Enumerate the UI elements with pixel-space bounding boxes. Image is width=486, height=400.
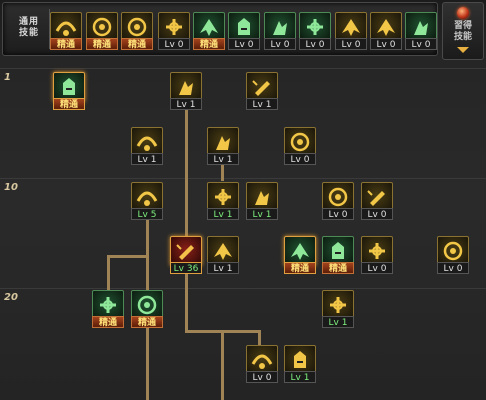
skill-slot[interactable]: Lv 1 <box>207 127 239 167</box>
skill-slot[interactable]: Lv 1 <box>246 72 278 112</box>
skill-slot[interactable]: Lv 0 <box>246 345 278 385</box>
skill-level-badge: Lv 0 <box>361 262 393 274</box>
skill-slot[interactable]: Lv 0 <box>322 182 354 222</box>
skill-level-badge: Lv 1 <box>284 371 316 383</box>
common-skill-slot[interactable]: Lv 0 <box>335 12 367 52</box>
chevron-down-icon[interactable] <box>457 47 469 53</box>
skill-level-badge: Lv 0 <box>322 208 354 220</box>
skill-slot[interactable]: Lv 1 <box>207 182 239 222</box>
skill-slot[interactable]: 精通 <box>322 236 354 276</box>
common-skill-slot[interactable]: Lv 0 <box>405 12 437 52</box>
learn-skill-label: 習得 技能 <box>453 21 472 42</box>
skill-level-badge: Lv 0 <box>299 38 331 50</box>
common-skill-slot[interactable]: 精通 <box>86 12 118 52</box>
common-skill-slot[interactable]: 精通 <box>121 12 153 52</box>
skill-level-badge: 精通 <box>322 262 354 274</box>
tree-connector <box>185 108 188 333</box>
skill-slot[interactable]: 精通 <box>53 72 85 112</box>
skill-level-badge: Lv 0 <box>246 371 278 383</box>
skill-level-badge: 精通 <box>53 98 85 110</box>
skill-slot[interactable]: Lv 1 <box>207 236 239 276</box>
skill-level-badge: 精通 <box>193 38 225 50</box>
skill-level-badge: Lv 36 <box>170 262 202 274</box>
skill-slot[interactable]: Lv 1 <box>170 72 202 112</box>
tier-level-label: 10 <box>4 182 18 193</box>
tier-divider <box>0 288 486 289</box>
skill-slot[interactable]: 精通 <box>131 290 163 330</box>
skill-level-badge: Lv 1 <box>207 262 239 274</box>
skill-level-badge: Lv 0 <box>437 262 469 274</box>
skill-slot[interactable]: 精通 <box>284 236 316 276</box>
skill-level-badge: Lv 0 <box>361 208 393 220</box>
skill-level-badge: Lv 1 <box>131 153 163 165</box>
tree-connector <box>221 330 224 400</box>
skill-slot[interactable]: Lv 5 <box>131 182 163 222</box>
tree-connector <box>107 255 149 258</box>
skill-level-badge: Lv 0 <box>264 38 296 50</box>
common-skill-slot[interactable]: Lv 0 <box>299 12 331 52</box>
skill-level-badge: Lv 1 <box>246 208 278 220</box>
common-skill-slot[interactable]: Lv 0 <box>370 12 402 52</box>
skill-slot[interactable]: Lv 1 <box>246 182 278 222</box>
skill-level-badge: 精通 <box>86 38 118 50</box>
tree-connector <box>107 255 110 290</box>
common-skill-slot[interactable]: 精通 <box>193 12 225 52</box>
skill-level-badge: Lv 1 <box>322 316 354 328</box>
common-skill-slot[interactable]: 精通 <box>50 12 82 52</box>
skill-tree-window: 通用 技能 習得 技能 1 10 20 精通 精通 精通 Lv 0 精通 Lv 0 Lv 0 Lv… <box>0 0 486 400</box>
tier-divider <box>0 178 486 179</box>
common-skill-slot[interactable]: Lv 0 <box>264 12 296 52</box>
common-skills-label: 通用 技能 <box>18 17 39 38</box>
skill-level-badge: 精通 <box>131 316 163 328</box>
skill-slot[interactable]: Lv 0 <box>437 236 469 276</box>
skill-slot[interactable]: Lv 1 <box>131 127 163 167</box>
skill-level-badge: Lv 1 <box>207 153 239 165</box>
common-skill-slot[interactable]: Lv 0 <box>158 12 190 52</box>
skill-slot[interactable]: Lv 36 <box>170 236 202 276</box>
skill-level-badge: 精通 <box>121 38 153 50</box>
skill-level-badge: Lv 0 <box>158 38 190 50</box>
skill-level-badge: Lv 5 <box>131 208 163 220</box>
skill-slot[interactable]: 精通 <box>92 290 124 330</box>
orb-icon <box>457 7 469 19</box>
skill-slot[interactable]: Lv 0 <box>284 127 316 167</box>
skill-level-badge: Lv 0 <box>228 38 260 50</box>
tier-level-label: 20 <box>4 292 18 303</box>
skill-level-badge: 精通 <box>92 316 124 328</box>
skill-level-badge: 精通 <box>284 262 316 274</box>
skill-level-badge: 精通 <box>50 38 82 50</box>
common-skill-slot[interactable]: Lv 0 <box>228 12 260 52</box>
tier-level-label: 1 <box>4 72 11 83</box>
skill-level-badge: Lv 0 <box>284 153 316 165</box>
skill-level-badge: Lv 1 <box>246 98 278 110</box>
skill-level-badge: Lv 1 <box>170 98 202 110</box>
skill-level-badge: Lv 0 <box>405 38 437 50</box>
skill-level-badge: Lv 0 <box>335 38 367 50</box>
skill-level-badge: Lv 0 <box>370 38 402 50</box>
tree-connector <box>258 330 261 345</box>
tier-divider <box>0 68 486 69</box>
skill-slot[interactable]: Lv 1 <box>284 345 316 385</box>
skill-slot[interactable]: Lv 0 <box>361 236 393 276</box>
learn-skill-button[interactable]: 習得 技能 <box>442 2 484 60</box>
skill-slot[interactable]: Lv 1 <box>322 290 354 330</box>
skill-slot[interactable]: Lv 0 <box>361 182 393 222</box>
skill-level-badge: Lv 1 <box>207 208 239 220</box>
